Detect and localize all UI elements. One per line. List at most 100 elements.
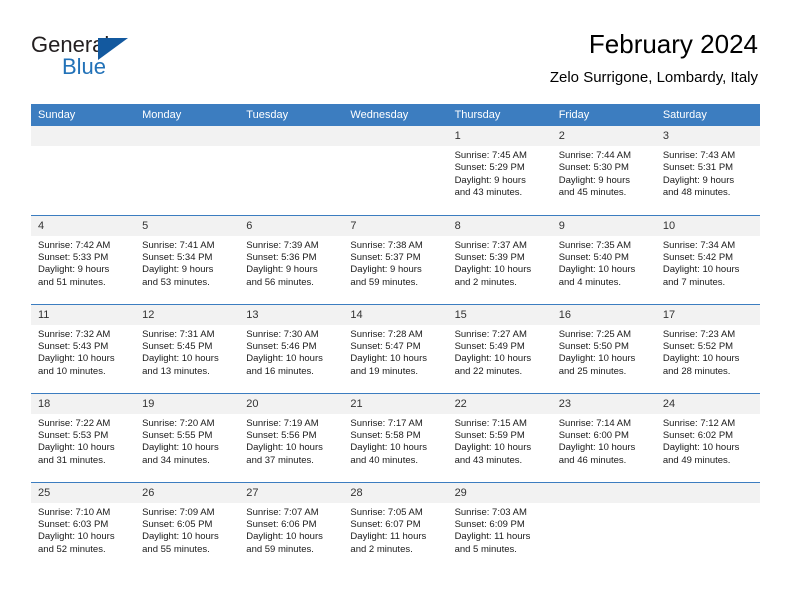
sunset-text: Sunset: 6:07 PM: [350, 518, 421, 530]
day-details: [656, 503, 760, 507]
day-cell[interactable]: 26 Sunrise: 7:09 AM Sunset: 6:05 PM Dayl…: [135, 481, 240, 571]
general-blue-logo[interactable]: General Blue: [31, 32, 211, 88]
day-number: 7: [343, 215, 448, 236]
logo-text-blue: Blue: [62, 54, 107, 79]
day-details: Sunrise: 7:35 AM Sunset: 5:40 PM Dayligh…: [552, 236, 656, 290]
daylight-text-line1: Daylight: 10 hours: [38, 531, 115, 543]
day-cell[interactable]: 10 Sunrise: 7:34 AM Sunset: 5:42 PM Dayl…: [655, 214, 760, 304]
daylight-text-line1: Daylight: 9 hours: [662, 174, 735, 186]
day-details: Sunrise: 7:15 AM Sunset: 5:59 PM Dayligh…: [448, 414, 552, 468]
day-details: Sunrise: 7:23 AM Sunset: 5:52 PM Dayligh…: [656, 325, 760, 379]
sunset-text: Sunset: 6:02 PM: [662, 429, 734, 441]
day-number: 27: [239, 482, 344, 503]
day-details: Sunrise: 7:10 AM Sunset: 6:03 PM Dayligh…: [31, 503, 135, 557]
day-cell[interactable]: 19 Sunrise: 7:20 AM Sunset: 5:55 PM Dayl…: [135, 392, 240, 482]
weekday-header-friday: Friday: [551, 104, 656, 126]
day-cell[interactable]: 16 Sunrise: 7:25 AM Sunset: 5:50 PM Dayl…: [551, 303, 656, 393]
day-details: Sunrise: 7:45 AM Sunset: 5:29 PM Dayligh…: [448, 146, 552, 200]
weekday-header-wednesday: Wednesday: [343, 104, 448, 126]
calendar-week-row: 18 Sunrise: 7:22 AM Sunset: 5:53 PM Dayl…: [31, 392, 760, 482]
day-cell[interactable]: 28 Sunrise: 7:05 AM Sunset: 6:07 PM Dayl…: [343, 481, 448, 571]
day-cell[interactable]: [343, 126, 448, 215]
day-number: 3: [655, 126, 760, 146]
day-cell[interactable]: 4 Sunrise: 7:42 AM Sunset: 5:33 PM Dayli…: [31, 214, 136, 304]
day-cell[interactable]: 8 Sunrise: 7:37 AM Sunset: 5:39 PM Dayli…: [447, 214, 552, 304]
day-cell[interactable]: [239, 126, 344, 215]
day-cell[interactable]: 14 Sunrise: 7:28 AM Sunset: 5:47 PM Dayl…: [343, 303, 448, 393]
day-cell[interactable]: 1 Sunrise: 7:45 AM Sunset: 5:29 PM Dayli…: [447, 126, 552, 215]
daylight-text-line2: and 4 minutes.: [558, 276, 622, 288]
day-cell[interactable]: 25 Sunrise: 7:10 AM Sunset: 6:03 PM Dayl…: [31, 481, 136, 571]
daylight-text-line2: and 59 minutes.: [246, 543, 314, 555]
day-details: [31, 146, 135, 150]
daylight-text-line1: Daylight: 9 hours: [454, 174, 526, 186]
day-cell[interactable]: 12 Sunrise: 7:31 AM Sunset: 5:45 PM Dayl…: [135, 303, 240, 393]
day-details: Sunrise: 7:41 AM Sunset: 5:34 PM Dayligh…: [135, 236, 239, 290]
day-number: 24: [655, 393, 760, 414]
sunset-text: Sunset: 5:53 PM: [38, 429, 109, 441]
day-cell[interactable]: [31, 126, 136, 215]
day-number: 18: [31, 393, 136, 414]
day-details: Sunrise: 7:32 AM Sunset: 5:43 PM Dayligh…: [31, 325, 135, 379]
day-details: Sunrise: 7:28 AM Sunset: 5:47 PM Dayligh…: [343, 325, 447, 379]
day-details: Sunrise: 7:42 AM Sunset: 5:33 PM Dayligh…: [31, 236, 135, 290]
day-cell[interactable]: 11 Sunrise: 7:32 AM Sunset: 5:43 PM Dayl…: [31, 303, 136, 393]
day-details: Sunrise: 7:03 AM Sunset: 6:09 PM Dayligh…: [448, 503, 552, 557]
day-cell[interactable]: 15 Sunrise: 7:27 AM Sunset: 5:49 PM Dayl…: [447, 303, 552, 393]
day-cell[interactable]: 23 Sunrise: 7:14 AM Sunset: 6:00 PM Dayl…: [551, 392, 656, 482]
daylight-text-line2: and 28 minutes.: [662, 365, 731, 377]
day-cell[interactable]: 27 Sunrise: 7:07 AM Sunset: 6:06 PM Dayl…: [239, 481, 344, 571]
day-cell[interactable]: 3 Sunrise: 7:43 AM Sunset: 5:31 PM Dayli…: [655, 126, 760, 215]
daylight-text-line1: Daylight: 10 hours: [558, 264, 636, 276]
daylight-text-line2: and 59 minutes.: [350, 276, 419, 288]
sunrise-text: Sunrise: 7:17 AM: [350, 417, 423, 429]
sunrise-text: Sunrise: 7:15 AM: [454, 417, 527, 429]
day-cell[interactable]: 17 Sunrise: 7:23 AM Sunset: 5:52 PM Dayl…: [655, 303, 760, 393]
daylight-text-line2: and 16 minutes.: [246, 365, 314, 377]
day-cell[interactable]: [655, 481, 760, 571]
daylight-text-line2: and 22 minutes.: [454, 365, 523, 377]
day-cell[interactable]: 20 Sunrise: 7:19 AM Sunset: 5:56 PM Dayl…: [239, 392, 344, 482]
sunset-text: Sunset: 5:39 PM: [454, 251, 525, 263]
day-cell[interactable]: [551, 481, 656, 571]
day-number: 21: [343, 393, 448, 414]
day-details: [239, 146, 343, 150]
calendar-grid: Sunday Monday Tuesday Wednesday Thursday…: [31, 104, 760, 571]
sunset-text: Sunset: 5:52 PM: [662, 340, 734, 352]
sunset-text: Sunset: 5:29 PM: [454, 162, 525, 174]
calendar-week-row: 25 Sunrise: 7:10 AM Sunset: 6:03 PM Dayl…: [31, 481, 760, 571]
day-cell[interactable]: 22 Sunrise: 7:15 AM Sunset: 5:59 PM Dayl…: [447, 392, 552, 482]
sunset-text: Sunset: 5:58 PM: [350, 429, 421, 441]
day-number: 25: [31, 482, 136, 503]
day-details: Sunrise: 7:14 AM Sunset: 6:00 PM Dayligh…: [552, 414, 656, 468]
calendar-week-row: 1 Sunrise: 7:45 AM Sunset: 5:29 PM Dayli…: [31, 126, 760, 215]
day-cell[interactable]: 6 Sunrise: 7:39 AM Sunset: 5:36 PM Dayli…: [239, 214, 344, 304]
daylight-text-line1: Daylight: 10 hours: [142, 531, 219, 543]
daylight-text-line2: and 37 minutes.: [246, 454, 314, 466]
sunset-text: Sunset: 6:05 PM: [142, 518, 213, 530]
day-number: 2: [551, 126, 656, 146]
day-cell[interactable]: 21 Sunrise: 7:17 AM Sunset: 5:58 PM Dayl…: [343, 392, 448, 482]
daylight-text-line2: and 43 minutes.: [454, 187, 523, 199]
weekday-header-sunday: Sunday: [31, 104, 136, 126]
day-cell[interactable]: 13 Sunrise: 7:30 AM Sunset: 5:46 PM Dayl…: [239, 303, 344, 393]
day-cell[interactable]: 18 Sunrise: 7:22 AM Sunset: 5:53 PM Dayl…: [31, 392, 136, 482]
day-cell[interactable]: 9 Sunrise: 7:35 AM Sunset: 5:40 PM Dayli…: [551, 214, 656, 304]
day-cell[interactable]: 7 Sunrise: 7:38 AM Sunset: 5:37 PM Dayli…: [343, 214, 448, 304]
daylight-text-line1: Daylight: 10 hours: [454, 264, 532, 276]
daylight-text-line2: and 43 minutes.: [454, 454, 523, 466]
sunrise-text: Sunrise: 7:22 AM: [38, 417, 111, 429]
day-cell[interactable]: [135, 126, 240, 215]
day-cell[interactable]: 29 Sunrise: 7:03 AM Sunset: 6:09 PM Dayl…: [447, 481, 552, 571]
sunset-text: Sunset: 5:31 PM: [662, 162, 734, 174]
sunrise-text: Sunrise: 7:39 AM: [246, 239, 319, 251]
calendar-body: 1 Sunrise: 7:45 AM Sunset: 5:29 PM Dayli…: [31, 126, 760, 571]
day-cell[interactable]: 5 Sunrise: 7:41 AM Sunset: 5:34 PM Dayli…: [135, 214, 240, 304]
day-details: Sunrise: 7:31 AM Sunset: 5:45 PM Dayligh…: [135, 325, 239, 379]
day-cell[interactable]: 2 Sunrise: 7:44 AM Sunset: 5:30 PM Dayli…: [551, 126, 656, 215]
sunrise-text: Sunrise: 7:32 AM: [38, 328, 111, 340]
daylight-text-line1: Daylight: 10 hours: [350, 442, 427, 454]
daylight-text-line1: Daylight: 10 hours: [454, 353, 532, 365]
day-cell[interactable]: 24 Sunrise: 7:12 AM Sunset: 6:02 PM Dayl…: [655, 392, 760, 482]
daylight-text-line2: and 34 minutes.: [142, 454, 210, 466]
